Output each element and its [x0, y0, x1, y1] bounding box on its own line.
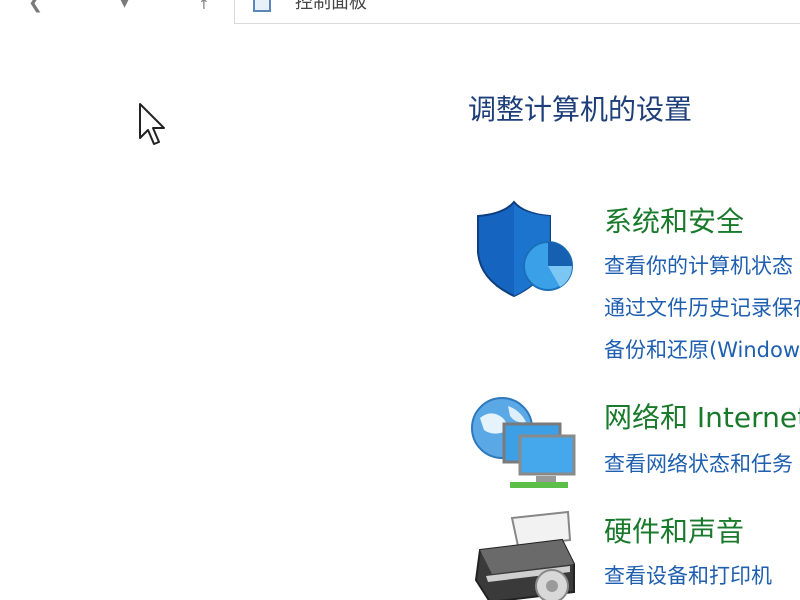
control-panel-icon — [253, 0, 271, 12]
category-title-network-internet[interactable]: 网络和 Internet — [604, 396, 800, 436]
address-bar[interactable]: 控制面板 — [234, 0, 800, 24]
category-title-system-security[interactable]: 系统和安全 — [604, 200, 744, 240]
back-arrow-icon[interactable]: ❮ — [28, 0, 43, 12]
globe-network-icon[interactable] — [470, 396, 582, 496]
printer-icon[interactable] — [470, 510, 582, 600]
category-title-hardware-sound[interactable]: 硬件和声音 — [604, 510, 744, 550]
page-title: 调整计算机的设置 — [468, 93, 693, 126]
link-backup-restore[interactable]: 备份和还原(Windows 7) — [604, 334, 800, 364]
link-view-computer-status[interactable]: 查看你的计算机状态 — [604, 250, 793, 280]
shield-icon[interactable] — [470, 200, 582, 300]
up-arrow-icon[interactable]: ↑ — [198, 0, 210, 14]
forward-arrow-icon[interactable]: ▾ — [120, 0, 129, 12]
link-file-history[interactable]: 通过文件历史记录保存你的文件备份副本 — [604, 292, 800, 322]
mouse-cursor-icon — [139, 103, 165, 145]
navigation-bar: ❮ ▾ ↑ 控制面板 — [0, 0, 800, 26]
link-view-network-status[interactable]: 查看网络状态和任务 — [604, 448, 793, 478]
control-panel-window: ❮ ▾ ↑ 控制面板 调整计算机的设置 系统和安全 查看你的计算机状态 通过文件… — [0, 0, 800, 600]
link-view-devices-printers[interactable]: 查看设备和打印机 — [604, 560, 772, 590]
address-text: 控制面板 — [295, 0, 367, 13]
